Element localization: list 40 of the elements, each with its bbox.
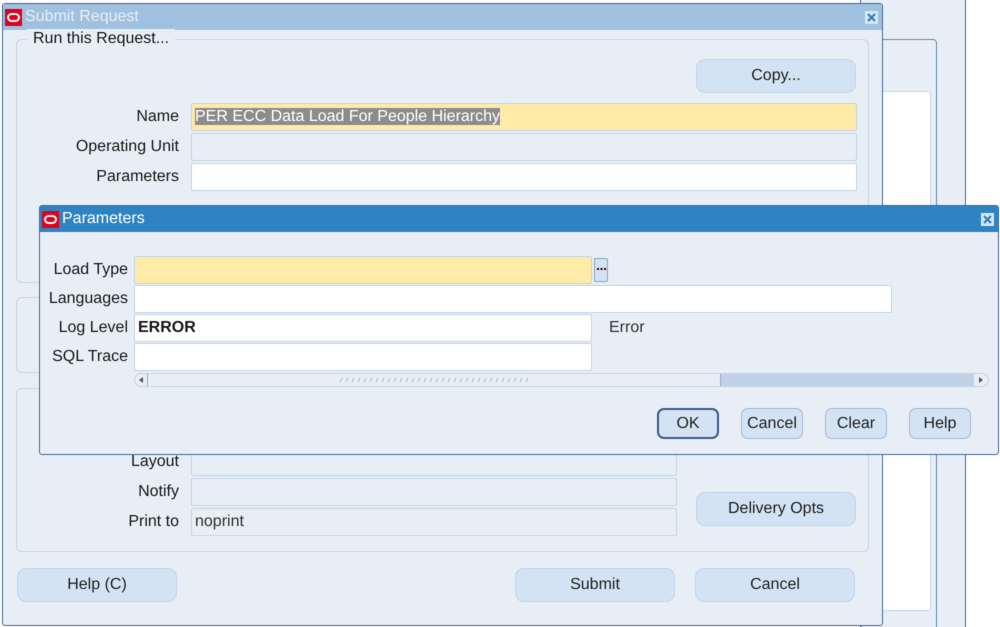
- field-label: Name: [135, 107, 180, 127]
- scrollbar-thumb[interactable]: [147, 374, 721, 386]
- input-field[interactable]: [134, 342, 592, 370]
- dialog-button[interactable]: Help: [909, 408, 971, 439]
- app-icon: [42, 210, 59, 228]
- group-title: Run this Request...: [27, 29, 176, 49]
- delivery-options-button[interactable]: Delivery Opts: [696, 492, 856, 526]
- dialog-button[interactable]: Clear: [825, 408, 887, 439]
- field-label: Notify: [137, 482, 180, 502]
- field-label: Languages: [48, 288, 129, 308]
- dialog-button[interactable]: Cancel: [741, 408, 803, 439]
- help-button[interactable]: Help (C): [17, 568, 177, 602]
- input-field[interactable]: [134, 256, 592, 284]
- field-label: Operating Unit: [74, 137, 180, 157]
- input-field[interactable]: ERROR: [134, 314, 592, 342]
- input-field[interactable]: [191, 478, 677, 506]
- field-label: Load Type: [52, 260, 129, 280]
- close-icon[interactable]: [981, 212, 994, 226]
- input-field[interactable]: [191, 133, 857, 161]
- close-icon[interactable]: [865, 10, 878, 24]
- list-of-values-button[interactable]: [594, 258, 608, 282]
- grip-icon: [339, 377, 529, 383]
- input-field[interactable]: [134, 284, 892, 312]
- input-field[interactable]: noprint: [191, 508, 677, 536]
- field-label: Log Level: [58, 318, 129, 338]
- submit-button[interactable]: Submit: [515, 568, 675, 602]
- cancel-button[interactable]: Cancel: [695, 568, 855, 602]
- field-label: SQL Trace: [51, 346, 129, 366]
- field-label: Print to: [127, 512, 180, 532]
- field-label: Parameters: [95, 167, 180, 187]
- input-field[interactable]: [191, 163, 857, 191]
- horizontal-scrollbar[interactable]: [134, 373, 989, 387]
- dialog-button[interactable]: OK: [657, 408, 719, 439]
- window-title: Parameters: [62, 211, 145, 227]
- field-description: Error: [609, 318, 645, 338]
- field-label: Layout: [130, 452, 180, 472]
- copy-button[interactable]: Copy...: [696, 59, 856, 93]
- window-title: Submit Request: [25, 9, 139, 25]
- ellipsis-icon: [596, 268, 606, 271]
- app-icon: [5, 8, 22, 26]
